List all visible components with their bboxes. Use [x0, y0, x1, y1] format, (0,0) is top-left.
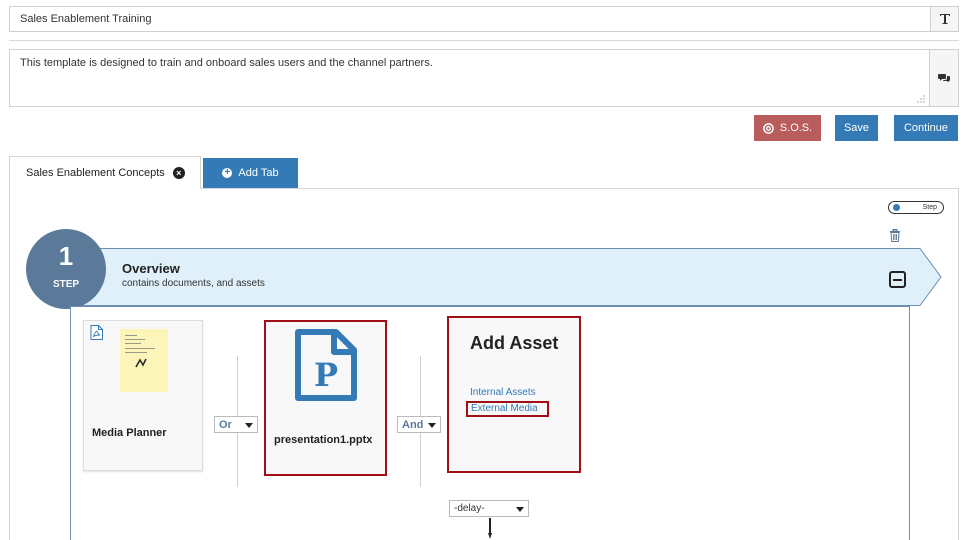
trash-icon[interactable] [889, 229, 901, 242]
document-thumbnail [120, 329, 168, 392]
add-tab-label: Add Tab [238, 167, 279, 179]
lifebuoy-icon [762, 122, 774, 134]
toggle-label: Step [922, 204, 937, 211]
add-asset-card: Add Asset Internal Assets External Media [447, 316, 581, 473]
resize-grip-icon[interactable] [917, 95, 925, 103]
toggle-knob [893, 204, 900, 211]
add-tab-button[interactable]: + Add Tab [203, 158, 298, 188]
step-title: Overview [122, 261, 180, 276]
step-banner[interactable] [60, 248, 942, 306]
text-format-icon [939, 14, 950, 24]
step-toggle[interactable]: Step [888, 201, 944, 214]
tab-label: Sales Enablement Concepts [26, 167, 165, 179]
chevron-down-icon [245, 423, 253, 428]
add-asset-heading: Add Asset [470, 333, 559, 353]
asset-name: presentation1.pptx [274, 434, 373, 446]
chevron-down-icon [428, 423, 436, 428]
external-media-link[interactable]: External Media [466, 401, 549, 417]
connector-select-and[interactable]: And [397, 416, 441, 433]
step-subtitle: contains documents, and assets [122, 278, 265, 289]
asset-card-media-planner[interactable]: Media Planner [83, 320, 203, 471]
asset-name: Media Planner [92, 427, 167, 439]
step-number-badge: 1 STEP [26, 229, 106, 309]
delay-select[interactable]: -delay- [449, 500, 529, 517]
arrow-down-icon [488, 518, 492, 539]
asset-card-presentation[interactable]: P presentation1.pptx [264, 320, 387, 476]
template-title-input[interactable] [10, 7, 930, 31]
step-word: STEP [52, 279, 80, 290]
step-number: 1 [58, 241, 74, 271]
template-description-input[interactable]: This template is designed to train and o… [10, 50, 928, 106]
template-description-field[interactable]: This template is designed to train and o… [9, 49, 959, 107]
close-tab-icon[interactable]: × [172, 167, 185, 179]
sos-button[interactable]: S.O.S. [754, 115, 821, 141]
powerpoint-file-icon: P [295, 329, 357, 401]
tab-sales-enablement-concepts[interactable]: Sales Enablement Concepts × [9, 156, 201, 189]
template-title-field[interactable] [9, 6, 959, 32]
text-format-button[interactable] [930, 7, 958, 31]
save-button[interactable]: Save [835, 115, 878, 141]
connector-select-value: Or [219, 418, 232, 431]
comments-button[interactable] [929, 50, 958, 106]
continue-button[interactable]: Continue [894, 115, 958, 141]
connector-select-or[interactable]: Or [214, 416, 258, 433]
delay-select-value: -delay- [454, 503, 485, 514]
plus-icon: + [222, 168, 233, 178]
sos-label: S.O.S. [779, 122, 813, 134]
comments-icon [938, 74, 950, 83]
internal-assets-link[interactable]: Internal Assets [470, 387, 536, 398]
svg-text:P: P [314, 356, 338, 394]
chevron-down-icon [516, 507, 524, 512]
collapse-step-icon[interactable] [889, 271, 906, 288]
connector-select-value: And [402, 418, 424, 431]
divider [9, 40, 959, 41]
pdf-icon [90, 325, 103, 340]
